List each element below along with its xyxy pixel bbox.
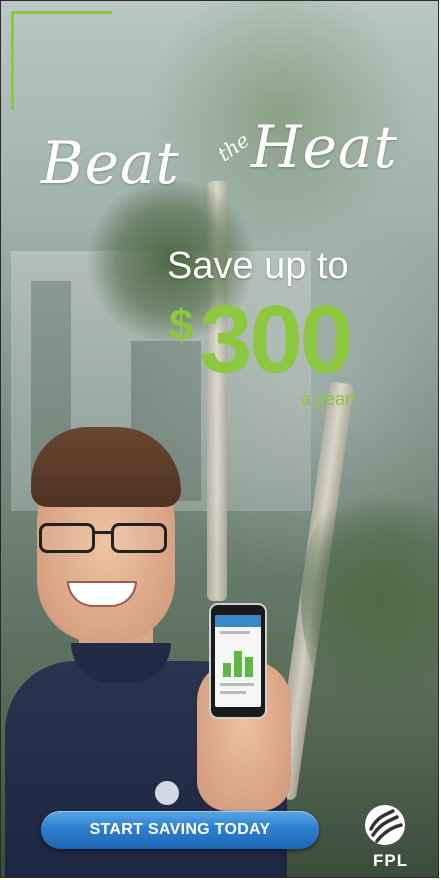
phone-screen-chart-icon — [215, 615, 261, 707]
offer-currency: $ — [169, 301, 194, 350]
headline-word-heat: Heat — [251, 113, 398, 181]
fpl-logo[interactable]: FPL — [357, 803, 421, 873]
corner-bracket-decoration — [11, 11, 112, 110]
offer-amount: $ 300 — [169, 286, 409, 393]
offer-period: a year! — [301, 389, 357, 409]
headline-word-the: the — [213, 127, 254, 167]
brand-name: FPL — [373, 851, 409, 870]
glasses — [35, 523, 175, 557]
hair — [31, 427, 181, 507]
offer-amount-value: 300 — [199, 286, 353, 393]
person-photo — [1, 421, 301, 877]
fpl-logo-icon — [365, 805, 405, 845]
start-saving-button[interactable]: START SAVING TODAY — [41, 811, 319, 849]
offer-lead-text: Save up to — [167, 245, 349, 287]
smartphone — [209, 603, 267, 719]
headline: Beat the Heat — [41, 109, 421, 219]
ad-banner[interactable]: Beat the Heat Save up to $ 300 a year! S… — [0, 0, 439, 878]
headline-word-beat: Beat — [41, 129, 180, 197]
shirt-logo-icon — [155, 781, 179, 805]
